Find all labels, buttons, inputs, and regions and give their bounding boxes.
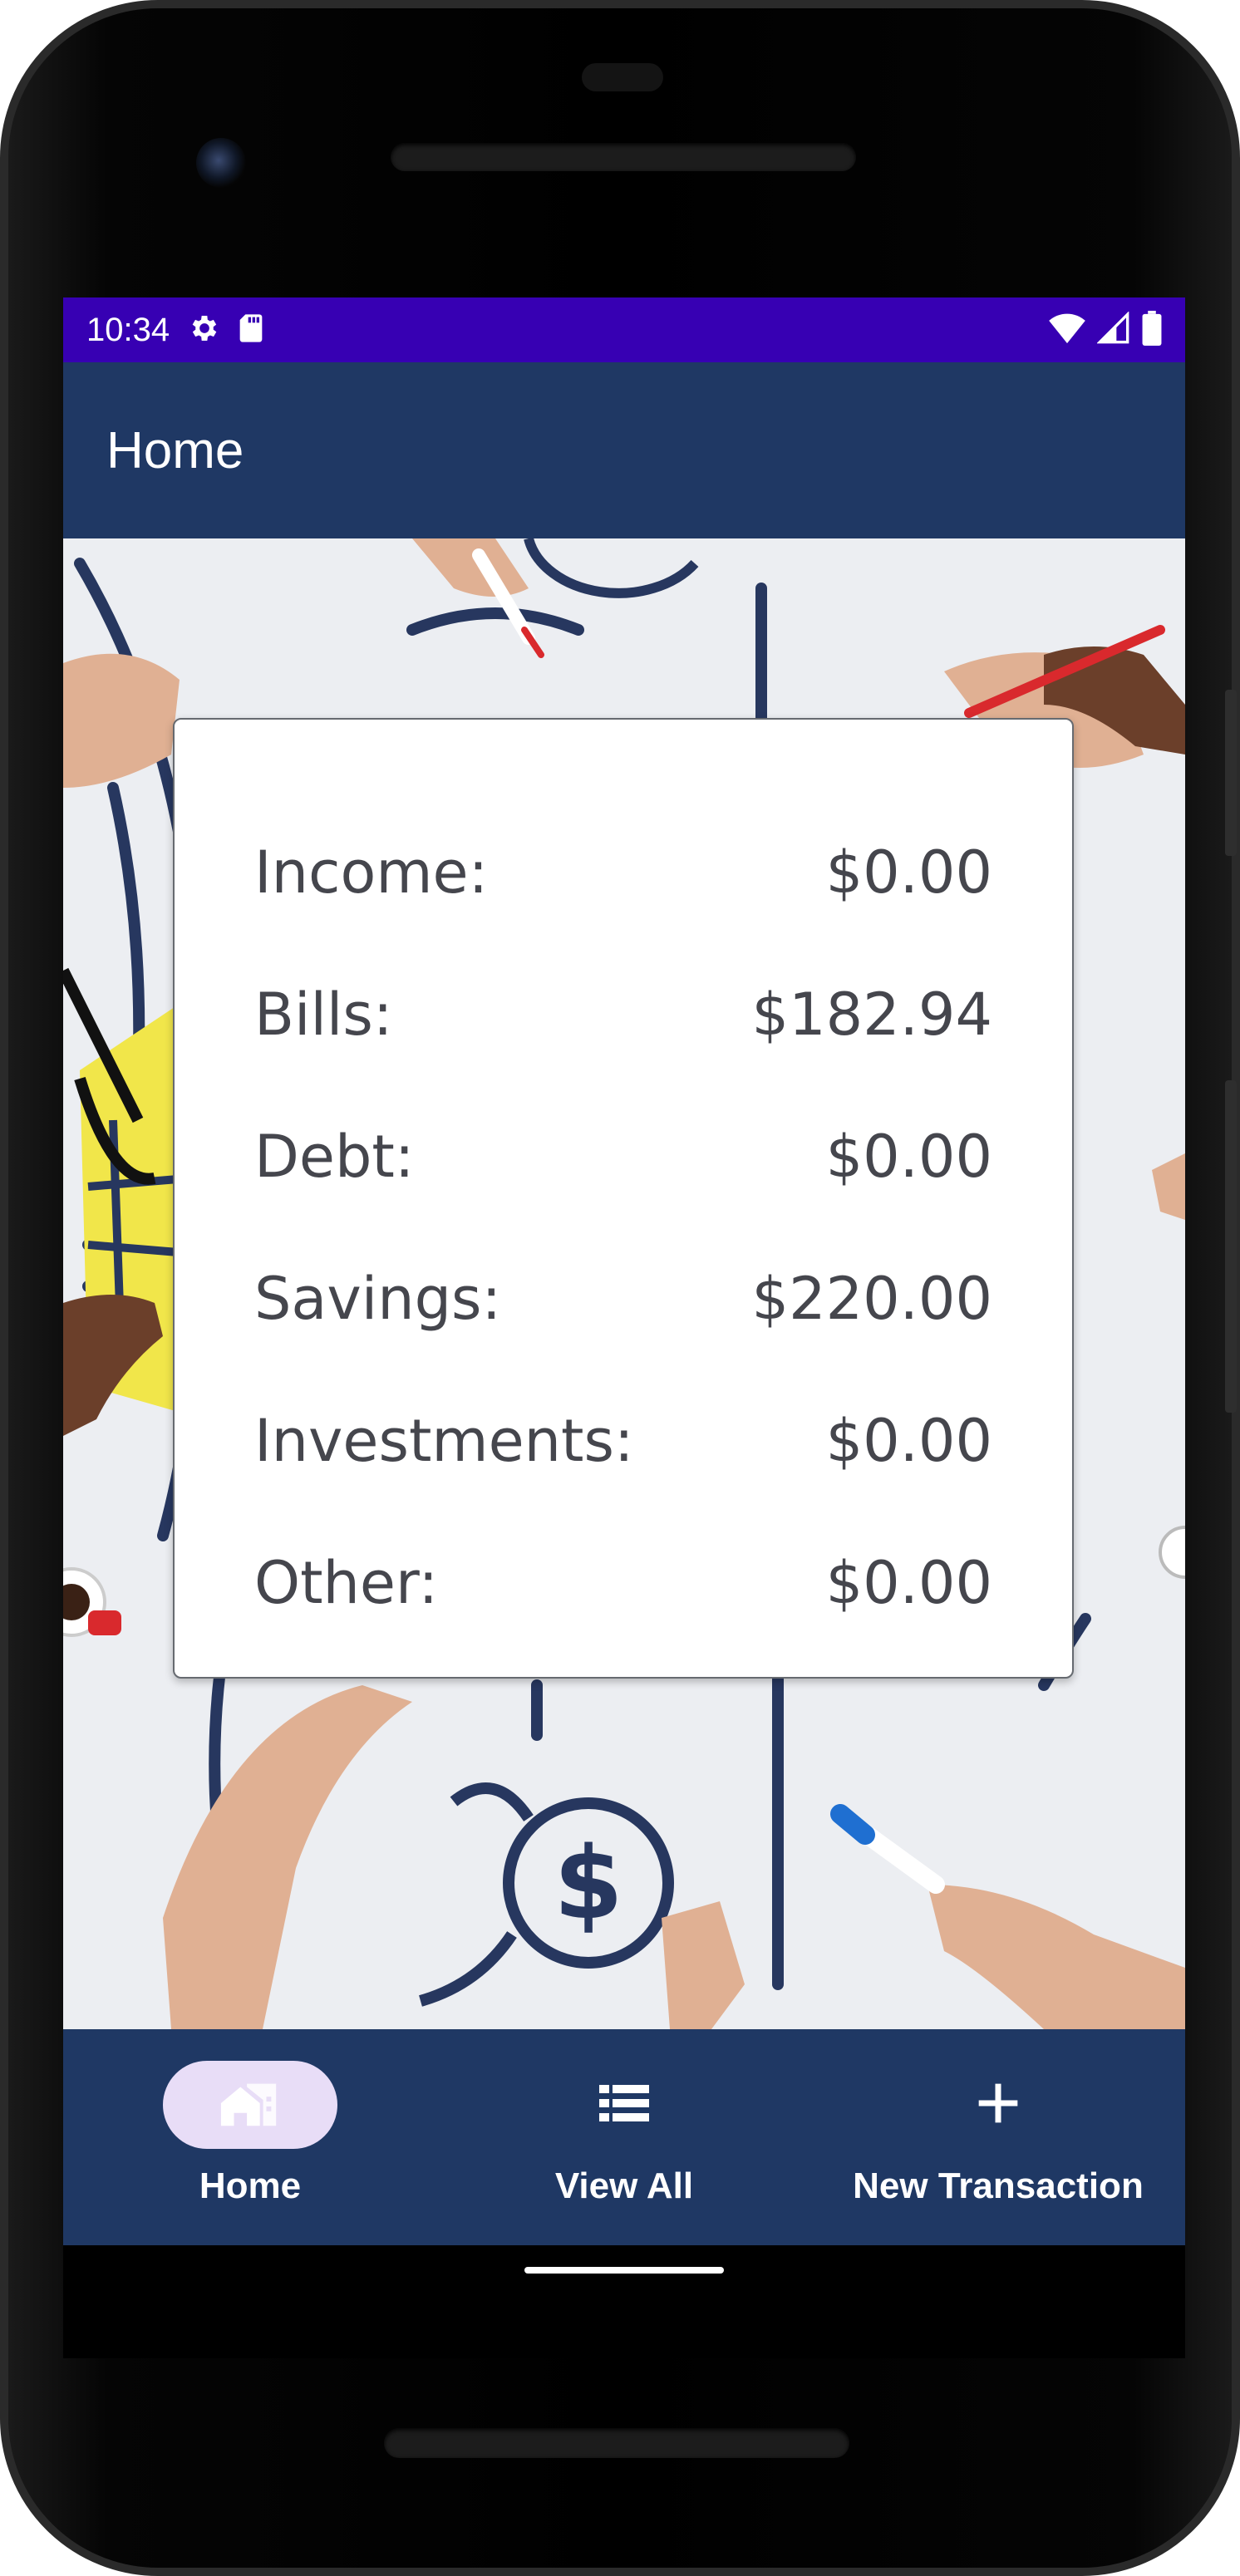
gear-icon (188, 312, 221, 348)
system-gesture-bar (63, 2245, 1185, 2358)
summary-row-debt: Debt: $0.00 (254, 1085, 992, 1227)
summary-value: $0.00 (825, 1406, 992, 1475)
wifi-icon (1049, 312, 1085, 348)
bottom-navigation: Home View All New Transaction (63, 2029, 1185, 2245)
nav-item-new-transaction[interactable]: New Transaction (811, 2029, 1185, 2245)
summary-row-savings: Savings: $220.00 (254, 1227, 992, 1369)
summary-label: Investments: (254, 1406, 634, 1475)
nav-active-indicator (163, 2061, 337, 2149)
summary-value: $220.00 (751, 1264, 992, 1333)
nav-item-home[interactable]: Home (63, 2029, 437, 2245)
summary-label: Savings: (254, 1264, 502, 1333)
home-content: $ Income: $0.00 Bills: $182.94 Debt: $0.… (63, 538, 1185, 2029)
list-icon (599, 2082, 649, 2127)
front-camera (196, 138, 246, 188)
cell-signal-icon (1096, 311, 1130, 348)
status-time: 10:34 (86, 311, 170, 348)
nav-indicator (911, 2061, 1085, 2149)
earpiece-speaker (391, 143, 856, 171)
summary-value: $0.00 (825, 1122, 992, 1191)
status-bar: 10:34 (63, 297, 1185, 362)
summary-row-bills: Bills: $182.94 (254, 943, 992, 1085)
summary-label: Bills: (254, 980, 393, 1049)
summary-row-other: Other: $0.00 (254, 1512, 992, 1654)
summary-label: Debt: (254, 1122, 415, 1191)
nav-label-view-all: View All (554, 2166, 694, 2206)
status-right-icons (1049, 311, 1162, 349)
power-button (1225, 690, 1237, 856)
summary-row-income: Income: $0.00 (254, 801, 992, 943)
nav-indicator (537, 2061, 711, 2149)
summary-value: $0.00 (825, 838, 992, 907)
nav-item-view-all[interactable]: View All (437, 2029, 811, 2245)
proximity-sensor (582, 63, 663, 91)
plus-icon (975, 2080, 1021, 2130)
summary-label: Income: (254, 838, 489, 907)
nav-label-home: Home (199, 2166, 302, 2206)
svg-text:$: $ (554, 1826, 623, 1942)
nav-label-new-transaction: New Transaction (853, 2166, 1144, 2206)
page-title: Home (106, 421, 244, 479)
volume-rocker (1225, 1080, 1237, 1413)
app-bar: Home (63, 362, 1185, 538)
summary-value: $182.94 (751, 980, 992, 1049)
summary-label: Other: (254, 1548, 439, 1617)
home-gesture-handle[interactable] (524, 2267, 724, 2274)
battery-icon (1142, 311, 1162, 349)
phone-frame: 10:34 Home $ Income: $0.00 Bills: $182.9… (0, 0, 1240, 2576)
bottom-speaker (384, 2428, 849, 2458)
summary-value: $0.00 (825, 1548, 992, 1617)
device-screen: 10:34 Home $ Income: $0.00 Bills: $182.9… (63, 297, 1185, 2358)
summary-row-investments: Investments: $0.00 (254, 1369, 992, 1512)
sd-card-icon (236, 312, 266, 348)
home-icon (218, 2077, 283, 2133)
summary-card: Income: $0.00 Bills: $182.94 Debt: $0.00… (173, 718, 1074, 1679)
